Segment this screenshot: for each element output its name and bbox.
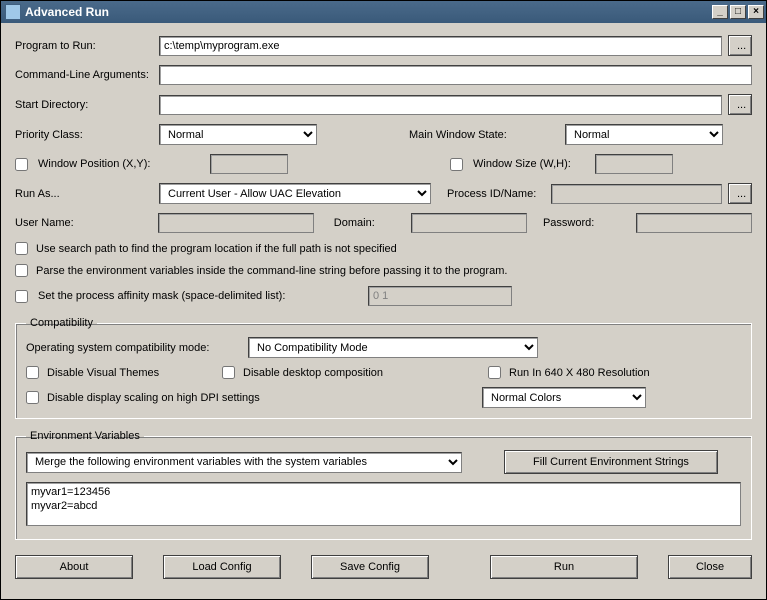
password-input[interactable] <box>636 213 752 233</box>
priority-select[interactable]: Normal <box>159 124 317 145</box>
cmdline-input[interactable] <box>159 65 752 85</box>
app-icon <box>5 4 21 20</box>
disthemes-label: Disable Visual Themes <box>47 367 159 379</box>
mainwin-label: Main Window State: <box>409 129 559 141</box>
procid-input[interactable] <box>551 184 722 204</box>
titlebar[interactable]: Advanced Run _ □ × <box>1 1 766 23</box>
winpos-label: Window Position (X,Y): <box>38 158 204 170</box>
mainwin-select[interactable]: Normal <box>565 124 723 145</box>
domain-label: Domain: <box>334 217 405 229</box>
content-area: Program to Run: ... Command-Line Argumen… <box>1 23 766 599</box>
close-button[interactable]: Close <box>668 555 752 579</box>
compatibility-group: Compatibility Operating system compatibi… <box>15 317 752 419</box>
affinity-input[interactable] <box>368 286 512 306</box>
winpos-input[interactable] <box>210 154 288 174</box>
close-window-button[interactable]: × <box>748 5 764 19</box>
username-label: User Name: <box>15 217 152 229</box>
parseenv-label: Parse the environment variables inside t… <box>36 265 507 277</box>
procid-label: Process ID/Name: <box>447 188 545 200</box>
disdpi-checkbox[interactable] <box>26 391 39 404</box>
affinity-checkbox[interactable] <box>15 290 28 303</box>
savecfg-button[interactable]: Save Config <box>311 555 429 579</box>
parseenv-checkbox[interactable] <box>15 264 28 277</box>
winpos-checkbox[interactable] <box>15 158 28 171</box>
run-button[interactable]: Run <box>490 555 638 579</box>
winsize-label: Window Size (W,H): <box>473 158 589 170</box>
disdpi-label: Disable display scaling on high DPI sett… <box>47 392 260 404</box>
disdesktop-label: Disable desktop composition <box>243 367 383 379</box>
priority-label: Priority Class: <box>15 129 153 141</box>
winsize-input[interactable] <box>595 154 673 174</box>
window-title: Advanced Run <box>25 5 710 19</box>
oscompat-label: Operating system compatibility mode: <box>26 342 242 354</box>
searchpath-checkbox[interactable] <box>15 242 28 255</box>
affinity-label: Set the process affinity mask (space-del… <box>38 290 362 302</box>
domain-input[interactable] <box>411 213 527 233</box>
loadcfg-button[interactable]: Load Config <box>163 555 281 579</box>
username-input[interactable] <box>158 213 314 233</box>
startdir-label: Start Directory: <box>15 99 153 111</box>
compatibility-legend: Compatibility <box>26 317 97 329</box>
oscompat-select[interactable]: No Compatibility Mode <box>248 337 538 358</box>
program-label: Program to Run: <box>15 40 153 52</box>
runas-select[interactable]: Current User - Allow UAC Elevation <box>159 183 431 204</box>
program-input[interactable] <box>159 36 722 56</box>
disdesktop-checkbox[interactable] <box>222 366 235 379</box>
searchpath-label: Use search path to find the program loca… <box>36 243 397 255</box>
envmode-select[interactable]: Merge the following environment variable… <box>26 452 462 473</box>
envvars-textarea[interactable] <box>26 482 741 526</box>
runas-label: Run As... <box>15 188 153 200</box>
startdir-browse-button[interactable]: ... <box>728 94 752 115</box>
colors-select[interactable]: Normal Colors <box>482 387 646 408</box>
program-browse-button[interactable]: ... <box>728 35 752 56</box>
envvars-legend: Environment Variables <box>26 430 144 442</box>
envvars-group: Environment Variables Merge the followin… <box>15 430 752 540</box>
minimize-button[interactable]: _ <box>712 5 728 19</box>
maximize-button[interactable]: □ <box>730 5 746 19</box>
startdir-input[interactable] <box>159 95 722 115</box>
cmdline-label: Command-Line Arguments: <box>15 69 153 81</box>
main-window: Advanced Run _ □ × Program to Run: ... C… <box>0 0 767 600</box>
password-label: Password: <box>543 217 630 229</box>
run640-label: Run In 640 X 480 Resolution <box>509 367 650 379</box>
about-button[interactable]: About <box>15 555 133 579</box>
disthemes-checkbox[interactable] <box>26 366 39 379</box>
run640-checkbox[interactable] <box>488 366 501 379</box>
procid-browse-button[interactable]: ... <box>728 183 752 204</box>
winsize-checkbox[interactable] <box>450 158 463 171</box>
fillenv-button[interactable]: Fill Current Environment Strings <box>504 450 718 474</box>
